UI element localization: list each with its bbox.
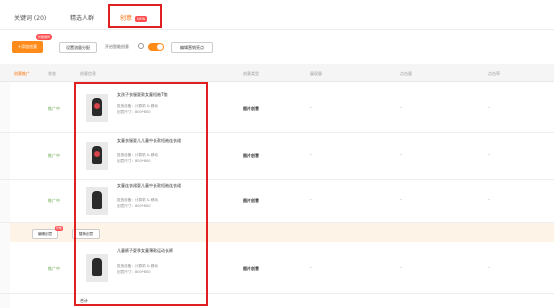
table-header: 创意推广 状态 创意信息 创意类型 展现量 点击量 点击率 bbox=[0, 64, 554, 82]
clicks-value: - bbox=[400, 105, 402, 111]
header-creative-promo[interactable]: 创意推广 bbox=[14, 71, 30, 77]
traffic-allocation-button[interactable]: 设置流量分配 bbox=[59, 42, 97, 53]
creative-type: 图片创意 bbox=[243, 106, 259, 111]
smart-tag: 智能 bbox=[55, 226, 64, 231]
ctr-value: - bbox=[488, 265, 490, 271]
smart-creative-label: 开启智能创意 bbox=[105, 44, 129, 49]
toolbar: +添加创意 智能推荐 设置流量分配 开启智能创意 编辑营销亮点 bbox=[0, 34, 554, 56]
impressions-value: - bbox=[310, 152, 312, 158]
tab-keywords[interactable]: 关键词 (20) bbox=[14, 13, 46, 22]
header-status: 状态 bbox=[48, 71, 56, 76]
header-creative-info: 创意信息 bbox=[80, 71, 96, 76]
impressions-value: - bbox=[310, 197, 312, 203]
header-ctr[interactable]: 点击率 bbox=[488, 71, 500, 77]
creative-type: 图片创意 bbox=[243, 198, 259, 203]
add-creative-button[interactable]: +添加创意 bbox=[12, 41, 43, 53]
highlight-box-creatives bbox=[74, 82, 208, 306]
header-creative-type: 创意类型 bbox=[243, 71, 259, 76]
ctr-value: - bbox=[488, 197, 490, 203]
creative-type: 图片创意 bbox=[243, 153, 259, 158]
header-impressions[interactable]: 展现量 bbox=[310, 71, 322, 77]
edit-highlights-button[interactable]: 编辑营销亮点 bbox=[171, 42, 213, 53]
status-badge: 推广中 bbox=[48, 266, 60, 271]
clicks-value: - bbox=[400, 265, 402, 271]
help-icon[interactable] bbox=[138, 43, 144, 49]
edit-creative-button[interactable]: 编辑创意 bbox=[32, 229, 58, 239]
creative-type: 图片创意 bbox=[243, 266, 259, 271]
clicks-value: - bbox=[400, 152, 402, 158]
status-badge: 推广中 bbox=[48, 106, 60, 111]
smart-recommend-tag: 智能推荐 bbox=[36, 34, 53, 40]
status-badge: 推广中 bbox=[48, 153, 60, 158]
impressions-value: - bbox=[310, 265, 312, 271]
tab-selected-audience[interactable]: 精选人群 bbox=[70, 13, 94, 22]
clicks-value: - bbox=[400, 197, 402, 203]
tab-bar: 关键词 (20) 精选人群 创意 NEW bbox=[0, 0, 554, 30]
header-clicks[interactable]: 点击量 bbox=[400, 71, 412, 77]
ctr-value: - bbox=[488, 152, 490, 158]
impressions-value: - bbox=[310, 105, 312, 111]
smart-creative-toggle[interactable] bbox=[148, 43, 164, 51]
status-badge: 推广中 bbox=[48, 198, 60, 203]
ctr-value: - bbox=[488, 105, 490, 111]
highlight-box-tab bbox=[108, 4, 162, 28]
